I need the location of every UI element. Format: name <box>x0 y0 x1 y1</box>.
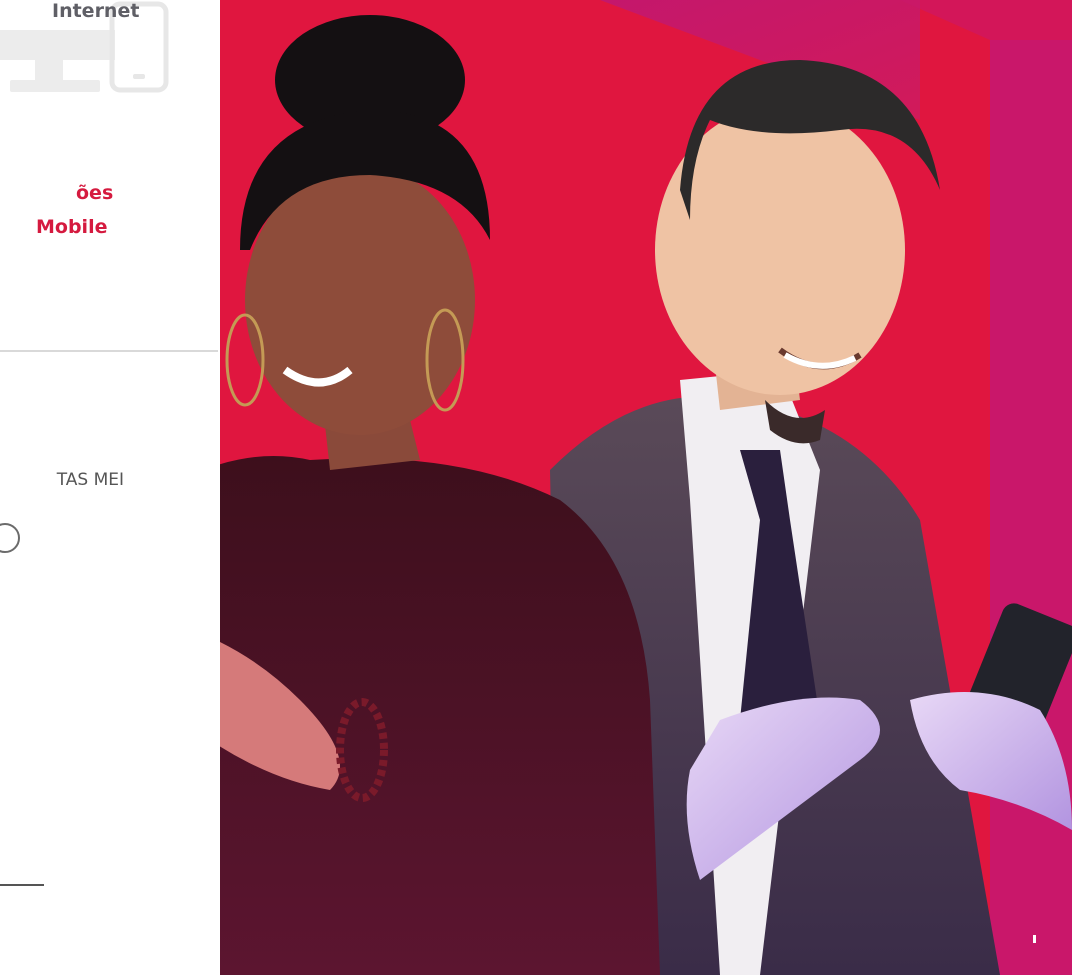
hero-banner <box>220 0 1072 975</box>
subtitle-line-1: ões <box>76 182 114 204</box>
category-label[interactable]: TAS MEI <box>0 470 124 490</box>
subtitle-line-2: Mobile <box>36 216 108 238</box>
divider <box>0 350 218 352</box>
decorative-mark <box>1033 935 1036 943</box>
divider <box>0 884 44 886</box>
left-panel: Internet ões Mobile TAS MEI <box>0 0 220 975</box>
page: Internet ões Mobile TAS MEI <box>0 0 1072 975</box>
section-subtitle: ões Mobile <box>36 176 113 244</box>
hero-illustration <box>220 0 1072 975</box>
circle-icon[interactable] <box>0 523 20 553</box>
section-title: Internet <box>52 0 140 22</box>
